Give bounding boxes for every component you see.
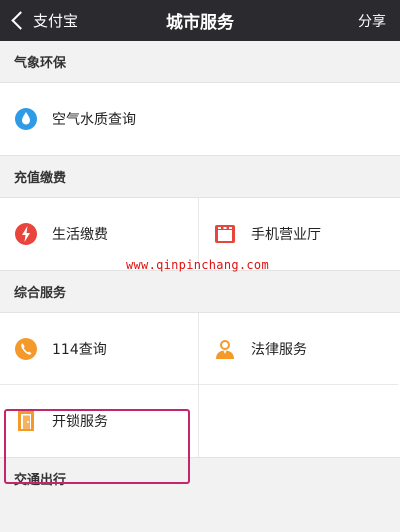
- phone-call-icon: [14, 337, 38, 361]
- service-utility-payment[interactable]: 生活缴费: [0, 198, 199, 270]
- navigation-bar: 支付宝 城市服务 分享: [0, 0, 400, 41]
- service-label: 生活缴费: [52, 227, 108, 243]
- phone-store-icon: [213, 222, 237, 246]
- section-header-transport: 交通出行: [0, 458, 400, 499]
- service-grid-weather: 空气水质查询: [0, 82, 400, 156]
- utility-bolt-icon: [14, 222, 38, 246]
- back-button[interactable]: 支付宝: [6, 0, 78, 41]
- service-label: 空气水质查询: [52, 112, 136, 128]
- service-empty-slot: [199, 385, 398, 457]
- service-grid-general: 114查询 法律服务 开锁服务: [0, 312, 400, 458]
- service-legal[interactable]: 法律服务: [199, 313, 398, 385]
- door-lock-icon: [14, 409, 38, 433]
- share-button[interactable]: 分享: [358, 11, 386, 31]
- service-grid-recharge: 生活缴费 手机营业厅: [0, 197, 400, 271]
- service-label: 法律服务: [251, 341, 307, 358]
- service-label: 114查询: [52, 341, 107, 358]
- back-label: 支付宝: [33, 12, 79, 30]
- service-label: 开锁服务: [52, 414, 108, 430]
- water-drop-icon: [14, 107, 38, 131]
- service-mobile-store[interactable]: 手机营业厅: [199, 198, 398, 270]
- section-header-general-services: 综合服务: [0, 271, 400, 312]
- service-label: 手机营业厅: [251, 227, 321, 243]
- service-114-lookup[interactable]: 114查询: [0, 313, 199, 385]
- service-locksmith[interactable]: 开锁服务: [0, 385, 199, 457]
- service-air-water-quality[interactable]: 空气水质查询: [0, 83, 400, 155]
- section-header-recharge: 充值缴费: [0, 156, 400, 197]
- chevron-left-icon: [11, 11, 30, 30]
- section-header-weather: 气象环保: [0, 41, 400, 82]
- lawyer-icon: [213, 337, 237, 361]
